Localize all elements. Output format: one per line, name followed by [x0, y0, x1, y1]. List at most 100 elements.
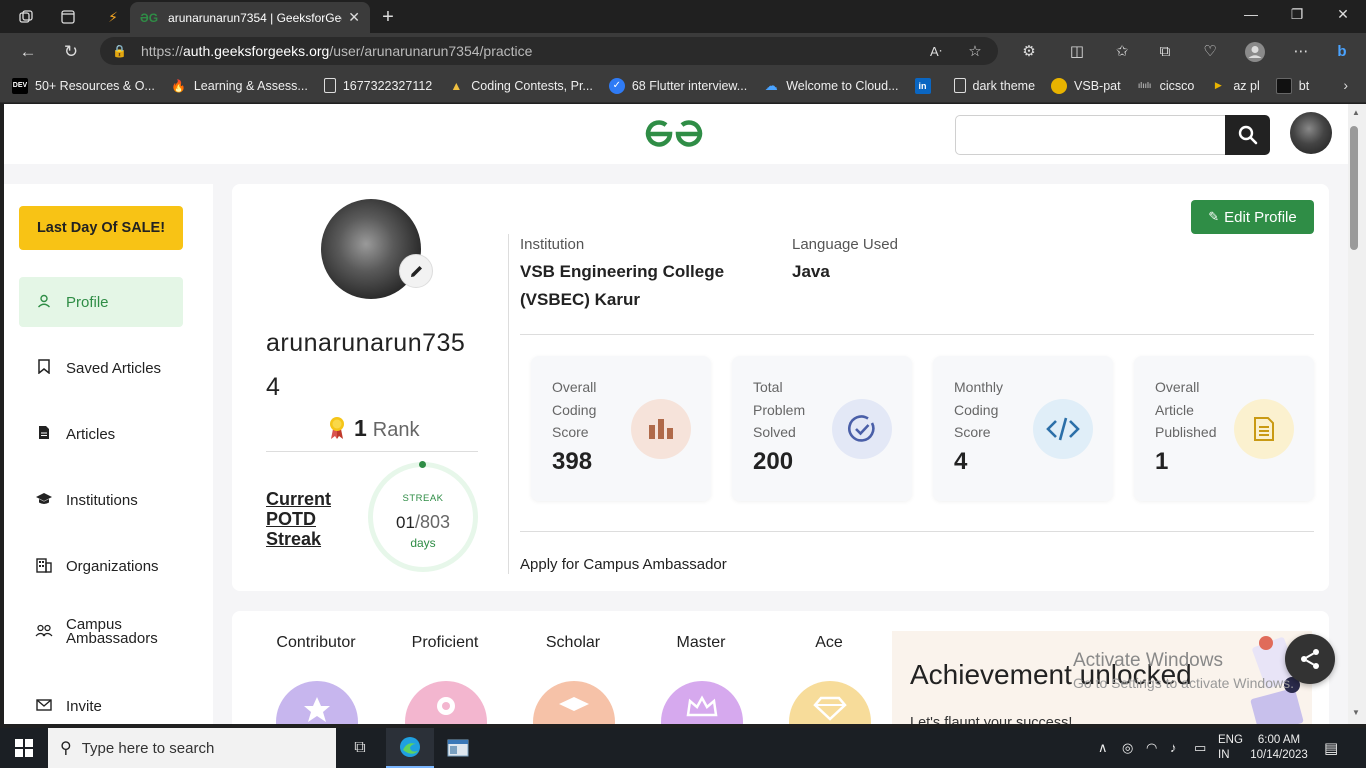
bookmark-item[interactable]: ☁ Welcome to Cloud... [763, 78, 899, 94]
gfg-logo-icon[interactable] [642, 116, 706, 150]
wifi-icon[interactable]: ◠ [1146, 740, 1157, 756]
sidebar-item-label: Campus Ambassadors [66, 616, 158, 647]
split-screen-icon[interactable]: ◫ [1066, 41, 1088, 63]
vertical-divider [508, 234, 509, 574]
badge-name: Contributor [276, 634, 356, 651]
clock[interactable]: 6:00 AM 10/14/2023 [1248, 733, 1310, 763]
sidebar-item-saved-articles[interactable]: Saved Articles [19, 343, 183, 393]
favorite-star-icon[interactable]: ☆ [964, 41, 986, 63]
stat-label: Monthly Coding Score [954, 379, 1004, 440]
bookmark-item[interactable]: ▲ Coding Contests, Pr... [448, 78, 593, 94]
language-indicator[interactable]: ENG IN [1218, 733, 1243, 763]
stat-card-monthly-score: Monthly Coding Score 4 [933, 356, 1113, 501]
url-path: /user/arunarunarun7354/practice [329, 43, 533, 59]
bookmark-item[interactable]: DEV 50+ Resources & O... [12, 77, 155, 94]
bookmark-label: 50+ Resources & O... [35, 78, 155, 93]
sidebar-item-institutions[interactable]: Institutions [19, 475, 183, 525]
watermark-line2: Go to Settings to activate Windows. [1073, 675, 1294, 691]
profile-card: arunarunarun7354 1 Rank Current POTD Str… [232, 184, 1329, 591]
lang-secondary: IN [1218, 749, 1230, 761]
notifications-icon[interactable]: ▤ [1324, 739, 1338, 757]
pin-badge-icon [405, 681, 487, 724]
windows-logo-icon [15, 739, 33, 757]
bookmark-item[interactable]: ✓ 68 Flutter interview... [608, 77, 747, 94]
sidebar-item-profile[interactable]: Profile [19, 277, 183, 327]
streak-total: /803 [414, 512, 450, 532]
page-scrollbar[interactable]: ▲ ▼ [1348, 104, 1366, 724]
file-icon [953, 78, 966, 93]
bookmark-item[interactable]: ılıılı cicsco [1137, 78, 1195, 94]
volume-icon[interactable]: ♪ [1170, 740, 1177, 755]
profile-avatar-icon[interactable] [1244, 41, 1266, 63]
edit-picture-button[interactable] [399, 254, 433, 288]
pinned-tab-icon[interactable]: ⚡ [103, 7, 123, 27]
bookmark-item[interactable]: 🔥 Learning & Assess... [171, 78, 307, 94]
minimize-icon[interactable]: — [1241, 6, 1261, 22]
extensions-icon[interactable]: ⚙ [1018, 41, 1040, 63]
read-aloud-icon[interactable]: Aᐧ [925, 41, 947, 63]
bookmark-label: bt [1298, 78, 1310, 93]
performance-icon[interactable]: ♡ [1199, 41, 1221, 63]
tab-actions-icon[interactable] [58, 7, 78, 27]
workspaces-icon[interactable] [16, 7, 36, 27]
chevron-right-icon[interactable]: › [1343, 77, 1348, 93]
linkedin-icon: in [914, 77, 931, 94]
address-bar-row: ← ↻ 🔒 https://auth.geeksforgeeks.org/use… [0, 33, 1366, 69]
bookmark-item[interactable]: bt [1275, 77, 1310, 94]
diamond-badge-icon [789, 681, 871, 724]
clock-date: 10/14/2023 [1250, 749, 1308, 761]
campus-ambassador-link[interactable]: Apply for Campus Ambassador [520, 556, 727, 573]
sale-button[interactable]: Last Day Of SALE! [19, 206, 183, 250]
graduation-cap-icon [35, 492, 53, 509]
document-icon [35, 425, 53, 443]
start-button[interactable] [0, 728, 48, 768]
edge-browser-icon[interactable] [386, 728, 434, 768]
bookmark-item[interactable]: VSB-pat [1051, 77, 1121, 94]
bookmark-item[interactable]: 1677322327112 [323, 78, 432, 93]
search-button[interactable] [1225, 115, 1270, 155]
scroll-up-icon[interactable]: ▲ [1352, 108, 1360, 117]
edit-profile-button[interactable]: ✎ Edit Profile [1191, 200, 1314, 234]
tab-active[interactable]: ƏG arunarunarun7354 | GeeksforGee ✕ [130, 2, 370, 33]
bookmark-item[interactable]: ▶ az pl [1210, 78, 1260, 94]
more-menu-icon[interactable]: ⋯ [1290, 41, 1312, 63]
divider [520, 531, 1314, 532]
share-button[interactable] [1285, 634, 1335, 684]
back-icon[interactable]: ← [17, 41, 39, 63]
bing-copilot-icon[interactable]: b [1331, 41, 1353, 63]
tray-chevron-icon[interactable]: ∧ [1098, 740, 1108, 756]
favorites-icon[interactable]: ✩ [1111, 41, 1133, 63]
bookmark-item[interactable]: dark theme [953, 78, 1036, 93]
badge-name: Ace [815, 634, 843, 651]
sidebar-item-organizations[interactable]: Organizations [19, 541, 183, 591]
close-window-icon[interactable]: ✕ [1333, 6, 1353, 23]
bookmark-label: cicsco [1159, 78, 1195, 93]
network-adapter-icon[interactable]: ◎ [1122, 740, 1133, 756]
app-window-icon[interactable] [434, 728, 482, 768]
search-icon [1238, 125, 1257, 145]
sidebar-item-articles[interactable]: Articles [19, 409, 183, 459]
taskbar-search-box[interactable]: ⚲ Type here to search [48, 728, 336, 768]
bookmark-label: dark theme [972, 78, 1036, 93]
achievement-subtitle: Let's flaunt your success! [910, 715, 1073, 724]
sidebar-item-campus-ambassadors[interactable]: Campus Ambassadors [19, 607, 183, 657]
scroll-thumb[interactable] [1350, 126, 1358, 250]
close-tab-icon[interactable]: ✕ [348, 9, 360, 26]
task-view-icon[interactable]: ⧉ [336, 728, 384, 768]
sidebar: Last Day Of SALE! Profile Saved Articles… [4, 184, 213, 724]
potd-streak-link[interactable]: Current POTD Streak [266, 489, 356, 549]
search-input[interactable] [955, 115, 1227, 155]
collections-icon[interactable]: ⧉ [1154, 41, 1176, 63]
new-tab-icon[interactable]: + [378, 6, 398, 28]
restore-icon[interactable]: ❐ [1287, 6, 1307, 23]
mail-icon [35, 698, 53, 714]
watermark-line1: Activate Windows [1073, 650, 1223, 671]
scroll-down-icon[interactable]: ▼ [1352, 708, 1360, 717]
people-icon [35, 624, 53, 640]
battery-icon[interactable]: ▭ [1194, 740, 1206, 756]
bookmark-item[interactable]: in [914, 77, 938, 94]
user-avatar[interactable] [1290, 112, 1332, 154]
url-field[interactable]: 🔒 https://auth.geeksforgeeks.org/user/ar… [100, 37, 998, 65]
sidebar-item-invite[interactable]: Invite [19, 681, 183, 724]
refresh-icon[interactable]: ↻ [60, 41, 82, 63]
